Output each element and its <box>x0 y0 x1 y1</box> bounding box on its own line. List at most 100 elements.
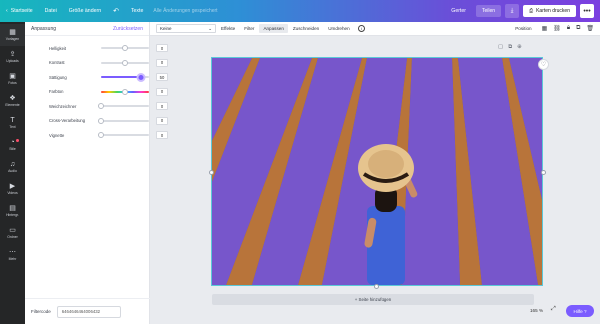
slider-value-field[interactable]: 0 <box>156 131 168 139</box>
sidebar-icon: ⋯ <box>9 249 16 256</box>
slider-value-field[interactable]: 0 <box>156 116 168 125</box>
position-button[interactable]: Position <box>511 24 535 33</box>
slider-track[interactable] <box>101 45 149 51</box>
effects-button[interactable]: Effekte <box>217 24 239 33</box>
sidebar-item-elemente[interactable]: ❖ Elemente <box>0 90 25 112</box>
upgrade-link[interactable]: Gerter <box>445 0 472 22</box>
slider-value-field[interactable]: 0 <box>156 102 168 110</box>
slider-label: Helligkeit <box>49 45 66 51</box>
title-tool[interactable]: Texte <box>125 0 149 22</box>
sidebar-item-audio[interactable]: ♫ Audio <box>0 156 25 178</box>
resize-handle-bottom[interactable] <box>374 284 379 289</box>
notification-dot <box>16 139 19 142</box>
trash-icon[interactable]: 🗑︎ <box>586 25 594 32</box>
selection-frame <box>211 57 543 286</box>
filter-select[interactable]: Keine ⌄ <box>156 24 216 33</box>
print-button[interactable]: ⎙ Karten drucken <box>523 5 576 17</box>
slider-thumb[interactable] <box>122 45 128 51</box>
filter-button[interactable]: Filter <box>240 24 258 33</box>
sidebar-icon: ❖ <box>9 95 16 102</box>
sidebar-item-label: Stile <box>9 147 16 151</box>
help-button[interactable]: Hilfe ? <box>566 305 594 317</box>
slider-track[interactable] <box>98 103 149 109</box>
fullscreen-icon[interactable]: ⤢ <box>551 306 556 313</box>
sidebar-item-label: Videos <box>7 191 18 195</box>
sidebar-item-fotos[interactable]: ▣ Fotos <box>0 68 25 90</box>
top-bar: ‹ Startseite Datei Größe ändern ↶ Texte A… <box>0 0 600 22</box>
page-tools: ▢ ⧉ ⊕ <box>498 44 522 51</box>
slider-label: Farbton <box>49 89 64 94</box>
sidebar-icon: ▶ <box>9 183 16 190</box>
sidebar-item-vorlagen[interactable]: ▦ Vorlagen <box>0 24 25 46</box>
resize-handle-right[interactable] <box>541 170 546 175</box>
slider-thumb[interactable] <box>122 59 128 66</box>
slider-label: Vignette <box>49 132 65 138</box>
adjust-button[interactable]: Anpassen <box>259 24 288 33</box>
slider-value-field[interactable]: 0 <box>156 44 168 52</box>
sidebar-item-stile[interactable]: ◔ Stile <box>0 134 25 156</box>
sidebar-item-label: Mehr <box>8 257 17 261</box>
copy-icon[interactable]: ⧉ <box>576 25 580 32</box>
slider-label: Kontrast <box>49 60 65 65</box>
resize-button[interactable]: Größe ändern <box>63 0 107 22</box>
sidebar-item-text[interactable]: T Text <box>0 112 25 134</box>
save-status: Alle Änderungen gespeichert <box>153 8 218 14</box>
share-button[interactable]: Teilen <box>475 5 502 17</box>
link-icon[interactable]: ⛓ <box>553 25 561 32</box>
slider-value-field[interactable]: 0 <box>156 58 168 67</box>
slider-thumb[interactable] <box>98 117 104 124</box>
info-icon[interactable]: i <box>357 25 365 32</box>
resize-handle-left[interactable] <box>209 170 214 175</box>
reset-button[interactable]: Zurücksetzen <box>113 26 143 32</box>
sidebar-item-hintergr-[interactable]: ▤ Hintergr. <box>0 200 25 222</box>
crop-button[interactable]: Zuschneiden <box>289 24 323 33</box>
home-button[interactable]: ‹ Startseite <box>0 0 39 22</box>
slider-value-field[interactable]: 0 <box>156 87 168 96</box>
slider-row: Farbton 0 <box>25 86 168 98</box>
slider-track[interactable] <box>101 88 149 95</box>
note-icon[interactable]: ▢ <box>498 44 503 51</box>
sidebar-item-label: Vorlagen <box>5 37 20 41</box>
zoom-level[interactable]: 165 % <box>530 308 543 313</box>
sidebar-item-label: Fotos <box>8 81 17 85</box>
slider-value-field[interactable]: 50 <box>156 73 168 81</box>
slider-label: Sättigung <box>49 74 67 80</box>
sidebar-icon: ▣ <box>9 73 16 80</box>
download-icon[interactable]: ⤓ <box>505 4 520 18</box>
filter-select-value: Keine <box>160 26 172 31</box>
chevron-down-icon: ⌄ <box>208 25 212 31</box>
slider-track[interactable] <box>98 117 149 124</box>
file-menu[interactable]: Datei <box>39 0 63 22</box>
heart-icon[interactable]: ♡ <box>538 59 549 70</box>
slider-thumb[interactable] <box>98 103 104 109</box>
slider-row: Weichzeichner 0 <box>25 100 168 112</box>
print-label: Karten drucken <box>536 8 570 14</box>
slider-thumb[interactable] <box>98 132 104 138</box>
filter-code-field[interactable]: 6464646464006432 <box>56 305 121 318</box>
sidebar-item-ordner[interactable]: ▭ Ordner <box>0 222 25 244</box>
slider-thumb[interactable] <box>136 72 146 82</box>
adjust-panel: Anpassung Zurücksetzen Helligkeit 0 Kontra… <box>25 22 168 324</box>
left-rail: ▦ Vorlagen ⇪ Uploads ▣ Fotos ❖ Elemente T Text ◔ St… <box>0 22 25 324</box>
add-page-icon[interactable]: ⊕ <box>517 44 522 51</box>
undo-arrow-icon[interactable]: ↶ <box>107 0 125 22</box>
slider-track[interactable] <box>101 59 149 66</box>
sidebar-item-mehr[interactable]: ⋯ Mehr <box>0 244 25 266</box>
chevron-left-icon: ‹ <box>6 8 8 14</box>
sidebar-item-uploads[interactable]: ⇪ Uploads <box>0 46 25 68</box>
duplicate-page-icon[interactable]: ⧉ <box>508 44 512 51</box>
slider-row: Helligkeit 0 <box>25 42 168 54</box>
flip-button[interactable]: Umdrehen <box>324 24 353 33</box>
transparency-icon[interactable]: ▦ <box>542 25 548 32</box>
sidebar-item-label: Uploads <box>6 59 19 63</box>
add-page-button[interactable]: + Seite hinzufügen <box>212 294 534 305</box>
slider-track[interactable] <box>98 132 149 138</box>
slider-track[interactable] <box>101 72 149 82</box>
lock-icon[interactable]: 🔒︎ <box>567 25 570 32</box>
more-button[interactable]: ••• <box>580 4 594 18</box>
home-label: Startseite <box>10 8 33 14</box>
sidebar-item-label: Text <box>9 125 16 129</box>
sidebar-item-videos[interactable]: ▶ Videos <box>0 178 25 200</box>
slider-thumb[interactable] <box>122 88 128 95</box>
slider-row: Cross-Verarbeitung 0 <box>25 115 168 127</box>
